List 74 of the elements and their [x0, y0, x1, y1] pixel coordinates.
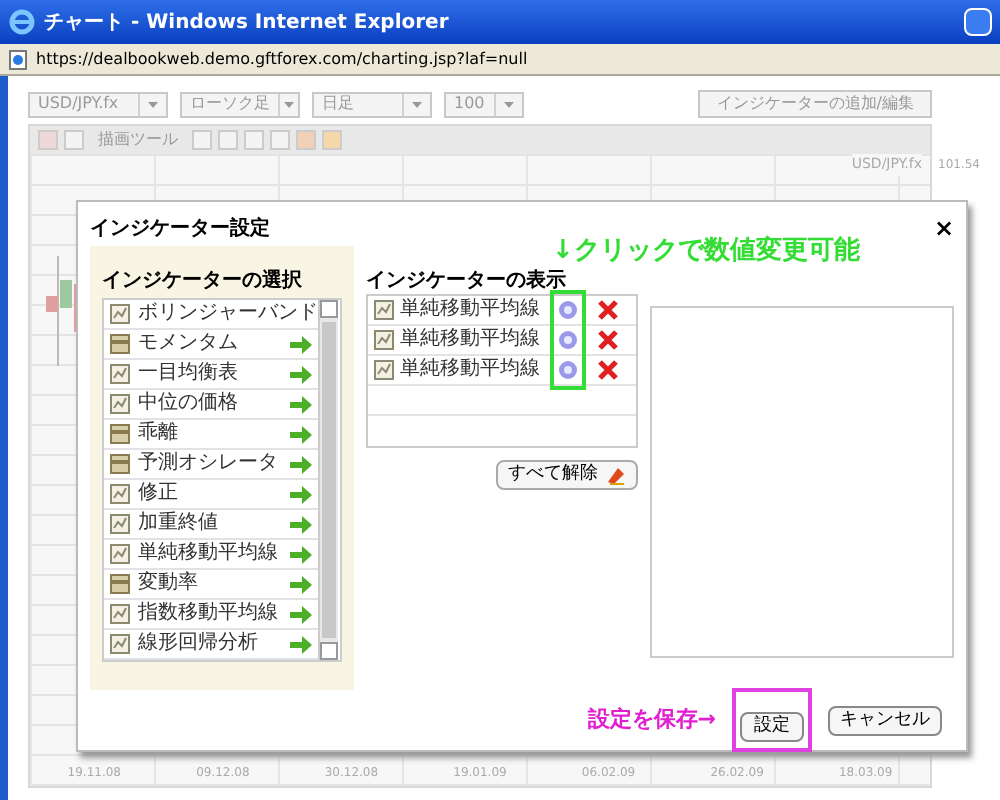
clear-all-button[interactable]: すべて解除: [496, 460, 638, 490]
caret-icon: [278, 93, 298, 115]
indicator-row[interactable]: 乖離: [104, 420, 318, 450]
indicator-row[interactable]: 一目均衡表: [104, 360, 318, 390]
indicator-label: モメンタム: [138, 334, 240, 354]
scrollbar[interactable]: [318, 300, 338, 660]
indicator-row[interactable]: 中位の価格: [104, 390, 318, 420]
add-arrow-icon[interactable]: [290, 545, 312, 563]
indicator-row[interactable]: 加重終値: [104, 510, 318, 540]
click-hint: ↓クリックで数値変更可能: [552, 236, 860, 266]
indicator-label: 一目均衡表: [138, 364, 240, 384]
drawing-tools-label: 描画ツール: [96, 132, 180, 148]
window-title: チャート - Windows Internet Explorer: [44, 9, 449, 37]
highlight-frame: [550, 290, 586, 390]
minimize-button[interactable]: [964, 8, 992, 36]
browser-icon: [8, 8, 36, 36]
page-icon: [8, 49, 28, 69]
panel-chart-icon: [110, 424, 130, 444]
indicator-row[interactable]: 予測オシレータ: [104, 450, 318, 480]
line-chart-icon: [110, 544, 130, 564]
indicator-row[interactable]: 指数移動平均線: [104, 600, 318, 630]
line-chart-icon: [110, 364, 130, 384]
select-heading: インジケーターの選択: [102, 267, 304, 296]
indicator-label: 単純移動平均線: [138, 544, 280, 564]
indicator-label: 乖離: [138, 424, 180, 444]
save-hint: 設定を保存→: [587, 703, 716, 736]
indicator-row[interactable]: 修正: [104, 480, 318, 510]
active-indicator-label: 単純移動平均線: [400, 360, 542, 380]
indicator-row[interactable]: 線形回帰分析: [104, 630, 318, 660]
panel-chart-icon: [110, 334, 130, 354]
indicator-label: 指数移動平均線: [138, 604, 280, 624]
indicator-label: 修正: [138, 484, 180, 504]
indicator-label: 予測オシレータ: [138, 454, 280, 474]
indicator-label: 加重終値: [138, 514, 220, 534]
cancel-button[interactable]: キャンセル: [828, 705, 942, 735]
panel-chart-icon: [110, 454, 130, 474]
add-arrow-icon[interactable]: [290, 395, 312, 413]
indicator-label: 変動率: [138, 574, 200, 594]
indicator-row[interactable]: 変動率: [104, 570, 318, 600]
add-arrow-icon[interactable]: [290, 455, 312, 473]
dialog-title: インジケーター設定: [90, 214, 270, 243]
add-arrow-icon[interactable]: [290, 365, 312, 383]
delete-icon[interactable]: [598, 300, 618, 320]
close-button[interactable]: ×: [933, 216, 954, 240]
url-text: https://dealbookweb.demo.gftforex.com/charting.jsp?laf=null: [36, 47, 528, 71]
indicator-label: ボリンジャーバンド: [138, 304, 318, 324]
line-chart-icon: [374, 360, 394, 380]
add-arrow-icon[interactable]: [290, 425, 312, 443]
line-chart-icon: [110, 634, 130, 654]
line-chart-icon: [110, 394, 130, 414]
display-heading: インジケーターの表示: [366, 267, 568, 294]
line-chart-icon: [110, 484, 130, 504]
active-indicator-label: 単純移動平均線: [400, 300, 542, 320]
active-indicator-label: 単純移動平均線: [400, 330, 542, 350]
indicator-row[interactable]: モメンタム: [104, 330, 318, 360]
add-arrow-icon[interactable]: [290, 515, 312, 533]
add-arrow-icon[interactable]: [290, 575, 312, 593]
line-chart-icon: [110, 304, 130, 324]
indicator-row[interactable]: 単純移動平均線: [104, 540, 318, 570]
line-chart-icon: [374, 330, 394, 350]
add-arrow-icon[interactable]: [290, 605, 312, 623]
line-chart-icon: [374, 300, 394, 320]
line-chart-icon: [110, 604, 130, 624]
add-arrow-icon[interactable]: [290, 335, 312, 353]
save-button[interactable]: 設定: [740, 712, 804, 742]
panel-chart-icon: [110, 574, 130, 594]
add-arrow-icon[interactable]: [290, 485, 312, 503]
indicator-label: 線形回帰分析: [138, 634, 260, 654]
delete-icon[interactable]: [598, 330, 618, 350]
add-arrow-icon[interactable]: [290, 635, 312, 653]
line-chart-icon: [110, 514, 130, 534]
indicator-label: 中位の価格: [138, 394, 240, 414]
eraser-icon: [606, 465, 626, 485]
delete-icon[interactable]: [598, 360, 618, 380]
